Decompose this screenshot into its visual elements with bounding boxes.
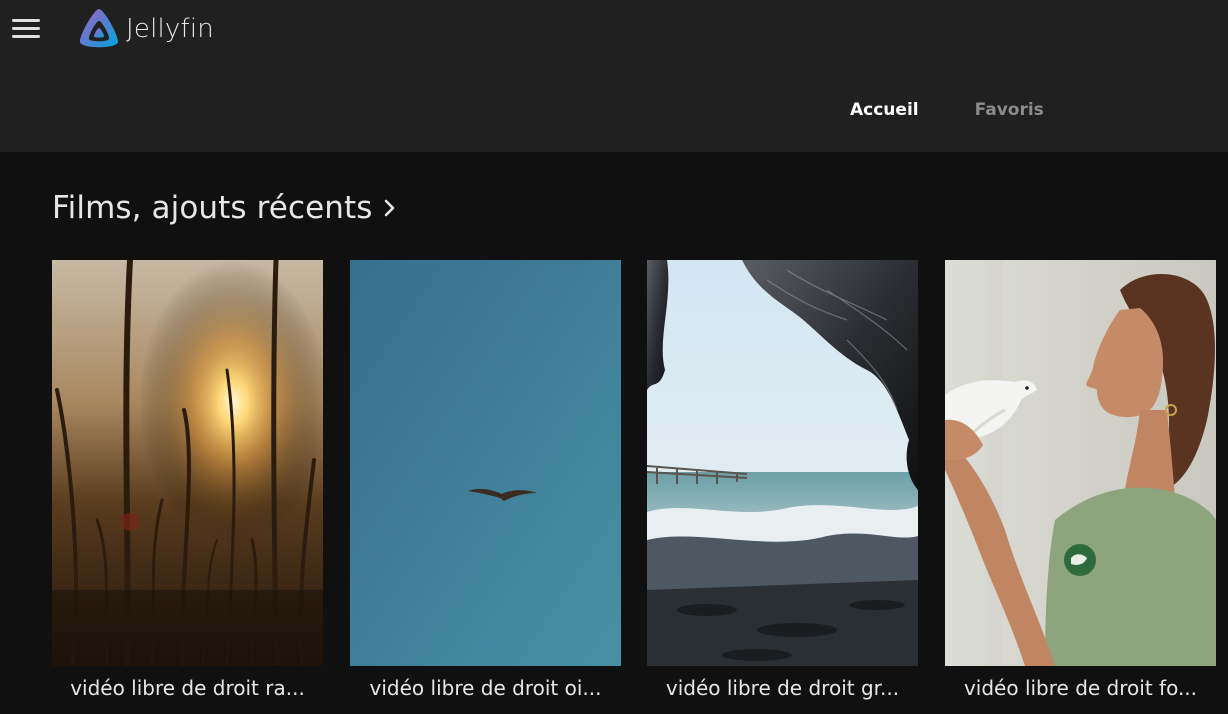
- movie-title[interactable]: vidéo libre de droit oi...: [350, 676, 621, 700]
- tab-accueil[interactable]: Accueil: [850, 100, 919, 120]
- movie-poster-image[interactable]: [350, 260, 621, 666]
- header-tabs: Accueil Favoris: [850, 100, 1044, 120]
- top-header: Jellyfin Accueil Favoris: [0, 0, 1228, 152]
- chevron-right-icon: [384, 199, 394, 217]
- tab-favoris[interactable]: Favoris: [975, 100, 1044, 120]
- app-name: Jellyfin: [126, 14, 214, 44]
- movie-card[interactable]: vidéo libre de droit gr...: [647, 260, 918, 714]
- section-title-link[interactable]: Films, ajouts récents: [52, 190, 397, 226]
- movie-title[interactable]: vidéo libre de droit fo...: [945, 676, 1216, 700]
- movie-poster-image[interactable]: [945, 260, 1216, 666]
- app-logo[interactable]: Jellyfin: [76, 6, 214, 52]
- movie-card[interactable]: vidéo libre de droit fo...: [945, 260, 1216, 714]
- movie-title[interactable]: vidéo libre de droit ra...: [52, 676, 323, 700]
- jellyfin-logo-icon: [79, 9, 119, 48]
- movie-card[interactable]: vidéo libre de droit ra...: [52, 260, 323, 714]
- movie-card[interactable]: vidéo libre de droit oi...: [350, 260, 621, 714]
- movie-poster-image[interactable]: [647, 260, 918, 666]
- movie-poster-image[interactable]: [52, 260, 323, 666]
- movie-title[interactable]: vidéo libre de droit gr...: [647, 676, 918, 700]
- section-title: Films, ajouts récents: [52, 190, 373, 226]
- hamburger-menu-icon[interactable]: [10, 17, 42, 41]
